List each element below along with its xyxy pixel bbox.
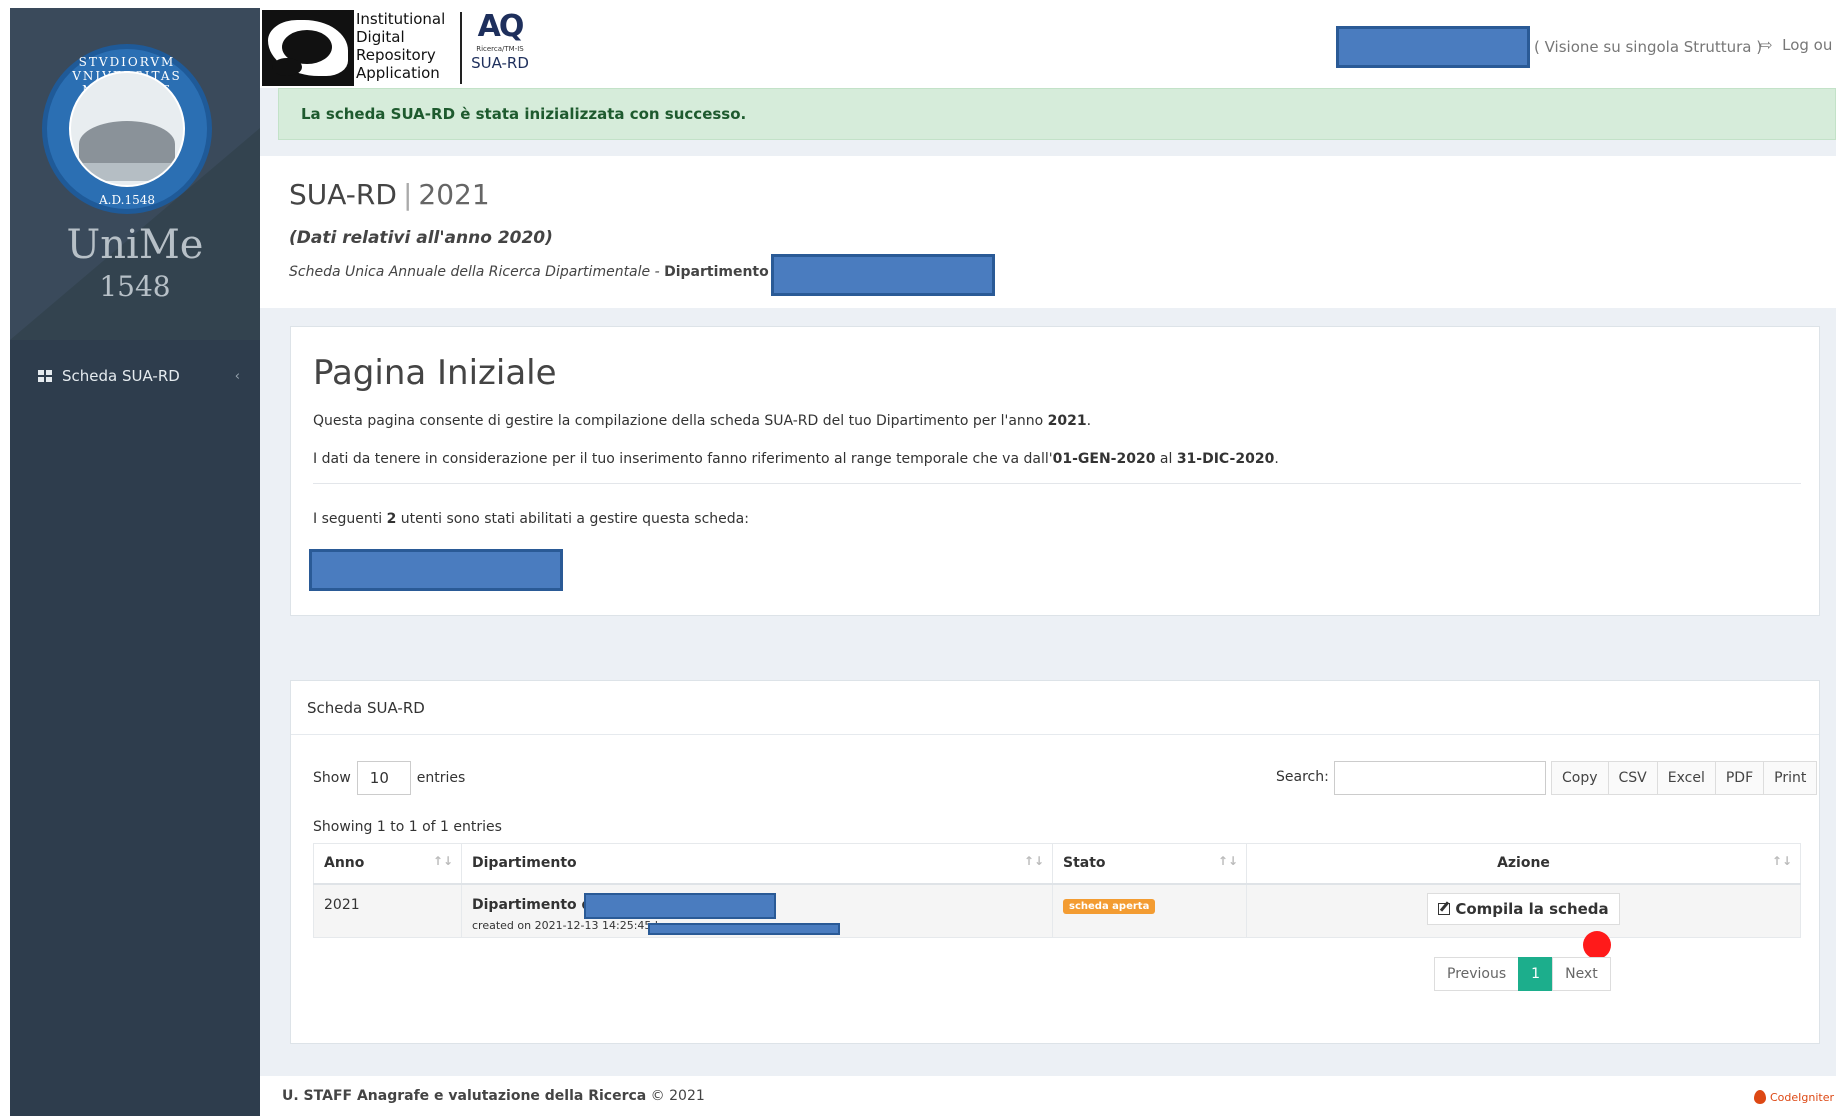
intro-heading: Pagina Iniziale — [313, 353, 557, 393]
sort-icon: ↑↓ — [1771, 854, 1792, 868]
flame-icon — [1753, 1090, 1766, 1104]
sidebar-item-scheda-sua-rd[interactable]: Scheda SUA-RD ‹ — [10, 354, 260, 398]
user-name-redacted[interactable] — [1336, 26, 1530, 68]
export-buttons: Copy CSV Excel PDF Print — [1551, 761, 1818, 795]
cell-azione: Compila la scheda — [1246, 883, 1801, 938]
aq-mark-icon: AQ — [477, 9, 525, 44]
sort-icon: ↑↓ — [432, 854, 453, 868]
cell-dipartimento: Dipartimento di created on 2021-12-13 14… — [461, 883, 1053, 938]
intro-paragraph-2: I dati da tenere in considerazione per i… — [313, 451, 1279, 467]
search-input[interactable] — [1334, 761, 1546, 795]
page-1-button[interactable]: 1 — [1518, 957, 1554, 991]
entries-select[interactable]: 10 — [356, 761, 411, 795]
sidebar-item-label: Scheda SUA-RD — [62, 367, 180, 385]
logo-divider — [460, 12, 462, 84]
users-list-redacted — [309, 549, 563, 591]
edit-icon — [1438, 902, 1451, 915]
intro-paragraph-3: I seguenti 2 utenti sono stati abilitati… — [313, 511, 749, 527]
pagination: Previous 1 Next — [1434, 957, 1611, 991]
excel-button[interactable]: Excel — [1656, 761, 1716, 795]
sidebar: STVDIORVM VNIVERSITAS MESSANAE A.D.1548 … — [10, 8, 260, 1116]
click-indicator — [1583, 931, 1611, 959]
footer: U. STAFF Anagrafe e valutazione della Ri… — [260, 1076, 1836, 1116]
sort-icon: ↑↓ — [1023, 854, 1044, 868]
university-logo: STVDIORVM VNIVERSITAS MESSANAE A.D.1548 … — [10, 8, 260, 340]
sort-icon: ↑↓ — [1217, 854, 1238, 868]
intro-box: Pagina Iniziale Questa pagina consente d… — [290, 326, 1820, 616]
column-header-dipartimento[interactable]: Dipartimento ↑↓ — [461, 843, 1053, 885]
visione-label: ( Visione su singola Struttura ) — [1534, 38, 1763, 56]
scheda-table-box: Scheda SUA-RD Show 10 entries Search: Co… — [290, 680, 1820, 1044]
department-name-redacted — [771, 254, 995, 296]
success-alert: La scheda SUA-RD è stata inizializzata c… — [278, 88, 1836, 140]
brand-year: 1548 — [99, 270, 171, 303]
aq-small-text: Ricerca/TM-IS — [476, 45, 524, 53]
next-page-button[interactable]: Next — [1552, 957, 1611, 991]
csv-button[interactable]: CSV — [1607, 761, 1658, 795]
footer-text: U. STAFF Anagrafe e valutazione della Ri… — [282, 1088, 705, 1104]
previous-page-button[interactable]: Previous — [1434, 957, 1520, 991]
cell-stato: scheda aperta — [1052, 883, 1247, 938]
logout-icon: ⇨ — [1760, 36, 1773, 54]
dragon-logo-icon — [262, 10, 354, 86]
seal-year: A.D.1548 — [98, 193, 156, 207]
department-name-redacted — [584, 892, 776, 919]
page-subtitle: (Dati relativi all'anno 2020) — [289, 228, 553, 248]
creator-name-redacted — [648, 922, 840, 935]
aq-logo: AQ Ricerca/TM-IS SUA-RD — [470, 10, 530, 86]
column-header-anno[interactable]: Anno ↑↓ — [313, 843, 462, 885]
main-area: Institutional Digital Repository Applica… — [260, 8, 1836, 1116]
pdf-button[interactable]: PDF — [1714, 761, 1765, 795]
content-header: SUA-RD | 2021 (Dati relativi all'anno 2020… — [260, 156, 1836, 308]
brand-name: UniMe — [66, 222, 204, 268]
entries-length-control: Show 10 entries — [313, 761, 465, 795]
table-row: 2021 Dipartimento di created on 2021-12-… — [313, 883, 1801, 938]
scheda-description: Scheda Unica Annuale della Ricerca Dipar… — [289, 264, 789, 280]
copy-button[interactable]: Copy — [1551, 761, 1609, 795]
university-seal-icon: STVDIORVM VNIVERSITAS MESSANAE A.D.1548 — [42, 44, 212, 214]
logout-link[interactable]: ⇨ Log ou — [1760, 36, 1832, 54]
grid-icon — [38, 370, 52, 382]
column-header-stato[interactable]: Stato ↑↓ — [1052, 843, 1247, 885]
box-title: Scheda SUA-RD — [291, 681, 1819, 735]
table-info: Showing 1 to 1 of 1 entries — [313, 819, 502, 835]
chevron-left-icon: ‹ — [234, 368, 240, 384]
page-title: SUA-RD | 2021 — [289, 178, 490, 211]
print-button[interactable]: Print — [1763, 761, 1818, 795]
codeigniter-logo: CodeIgniter — [1753, 1090, 1834, 1104]
aq-name: SUA-RD — [471, 54, 529, 72]
top-navbar: Institutional Digital Repository Applica… — [260, 8, 1836, 88]
idra-logo-text: Institutional Digital Repository Applica… — [356, 10, 446, 82]
search-label: Search: — [1276, 769, 1329, 785]
divider — [313, 483, 1801, 484]
compila-scheda-button[interactable]: Compila la scheda — [1427, 892, 1620, 925]
column-header-azione[interactable]: Azione ↑↓ — [1246, 843, 1801, 885]
intro-paragraph-1: Questa pagina consente di gestire la com… — [313, 413, 1092, 429]
status-badge: scheda aperta — [1063, 898, 1156, 914]
scheda-table: Anno ↑↓ Dipartimento ↑↓ Stato ↑↓ Azione ↑↓ 2… — [313, 843, 1801, 938]
cell-anno: 2021 — [313, 883, 462, 938]
